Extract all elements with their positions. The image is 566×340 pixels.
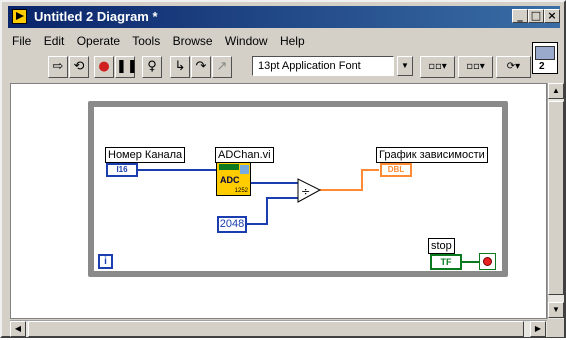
horizontal-scrollbar[interactable]: ◀ ▶	[10, 320, 547, 337]
vi-icon-screen	[535, 46, 555, 60]
subvi-icon-text: ADC	[220, 175, 240, 185]
pause-icon[interactable]: ❚❚	[115, 56, 138, 78]
menu-operate[interactable]: Operate	[77, 34, 120, 48]
channel-label[interactable]: Номер Канала	[105, 147, 186, 163]
vi-icon-number: 2	[539, 61, 545, 72]
font-dropdown-arrow[interactable]: ▼	[397, 56, 413, 76]
graph-terminal[interactable]: DBL	[380, 163, 412, 177]
highlight-execution-icon[interactable]: ♀	[142, 56, 162, 78]
loop-condition-icon[interactable]	[479, 253, 496, 270]
scroll-right-button[interactable]: ▶	[530, 321, 546, 337]
adchan-subvi[interactable]: ADC 1252	[216, 162, 251, 196]
align-objects-button[interactable]: ▫▫▾	[420, 56, 455, 78]
abort-icon[interactable]: ●	[94, 56, 114, 78]
font-select[interactable]: 13pt Application Font	[252, 56, 394, 76]
menu-window[interactable]: Window	[225, 34, 268, 48]
labview-app-icon[interactable]	[12, 9, 27, 24]
menu-browse[interactable]: Browse	[173, 34, 213, 48]
channel-terminal[interactable]: I16	[106, 163, 138, 177]
maximize-button[interactable]: □	[528, 9, 544, 23]
labview-window: Untitled 2 Diagram * _ □ × File Edit Ope…	[0, 0, 566, 338]
graph-label[interactable]: График зависимости	[376, 147, 488, 163]
distribute-objects-button[interactable]: ▫▫▾	[458, 56, 493, 78]
minimize-button[interactable]: _	[512, 9, 528, 23]
menu-file[interactable]: File	[12, 34, 31, 48]
numeric-constant[interactable]: 2048	[217, 216, 247, 233]
scroll-down-button[interactable]: ▼	[548, 302, 564, 318]
horizontal-scroll-thumb[interactable]	[28, 321, 524, 337]
subvi-header	[219, 164, 239, 170]
iteration-terminal[interactable]: i	[98, 254, 113, 269]
menu-help[interactable]: Help	[280, 34, 305, 48]
run-continuous-icon[interactable]: ⟲	[69, 56, 89, 78]
resize-corner[interactable]	[547, 320, 564, 337]
step-into-icon[interactable]: ↳	[170, 56, 190, 78]
step-over-icon[interactable]: ↷	[191, 56, 211, 78]
close-button[interactable]: ×	[544, 9, 560, 23]
vi-icon[interactable]: 2	[532, 42, 558, 74]
reorder-objects-button[interactable]: ⟳▾	[496, 56, 531, 78]
step-out-icon[interactable]: ↗	[212, 56, 232, 78]
menu-edit[interactable]: Edit	[44, 34, 65, 48]
scroll-left-button[interactable]: ◀	[10, 321, 26, 337]
subvi-icon-number: 1252	[234, 188, 248, 194]
stop-terminal[interactable]: TF	[430, 254, 462, 270]
title-bar[interactable]: Untitled 2 Diagram * _ □ ×	[8, 6, 560, 28]
window-title: Untitled 2 Diagram *	[34, 9, 158, 24]
stop-label[interactable]: stop	[428, 238, 455, 254]
vertical-scrollbar[interactable]: ▲ ▼	[547, 83, 564, 319]
scroll-up-button[interactable]: ▲	[548, 83, 564, 99]
vertical-scroll-thumb[interactable]	[548, 101, 564, 295]
subvi-screen	[240, 165, 249, 174]
subvi-label[interactable]: ADChan.vi	[215, 147, 274, 163]
menu-tools[interactable]: Tools	[132, 34, 160, 48]
menu-bar: File Edit Operate Tools Browse Window He…	[12, 34, 314, 52]
run-arrow-icon[interactable]: ⇨	[48, 56, 68, 78]
toolbar: ⇨ ⟲ ● ❚❚ ♀ ↳ ↷ ↗ 13pt Application Font ▼…	[12, 54, 531, 82]
